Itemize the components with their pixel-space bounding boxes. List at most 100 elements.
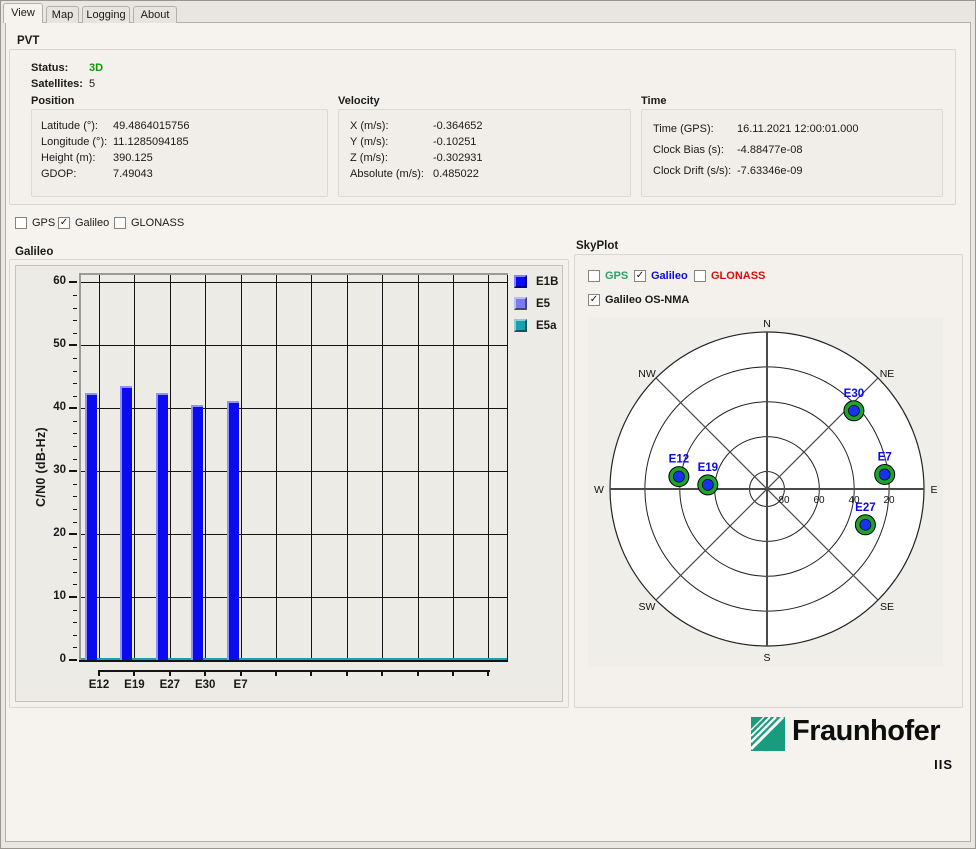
- galileo-osnma-label: Galileo OS-NMA: [605, 294, 689, 306]
- skyplot-galileo-label: Galileo: [651, 270, 688, 282]
- tab-map[interactable]: Map: [46, 6, 79, 23]
- field-row: Absolute (m/s):0.485022: [350, 168, 483, 184]
- satellite-E30-label: E30: [844, 388, 864, 400]
- skyplot-svg: NNEESESSWWNW80604020E12E19E30E7E27: [588, 317, 943, 667]
- bar-E19-E1B: [120, 386, 132, 660]
- legend-swatch-E5: [514, 297, 527, 310]
- velocity-title: Velocity: [338, 95, 380, 107]
- y-axis-minor-tick: [73, 647, 77, 648]
- gridline: [81, 345, 508, 346]
- y-axis-minor-tick: [73, 559, 77, 560]
- gridline: [241, 275, 242, 660]
- y-axis-minor-tick: [73, 358, 77, 359]
- x-tick-label-E27: E27: [153, 679, 187, 691]
- gridline: [99, 275, 100, 660]
- field-label: X (m/s):: [350, 120, 433, 136]
- field-value: 49.4864015756: [113, 120, 189, 136]
- tab-view[interactable]: View: [3, 3, 43, 23]
- satellites-value: 5: [89, 78, 95, 90]
- y-tick-label: 60: [34, 275, 66, 287]
- velocity-fields: X (m/s):-0.364652Y (m/s):-0.10251Z (m/s)…: [350, 120, 483, 184]
- field-label: GDOP:: [41, 168, 113, 184]
- elevation-label-20: 20: [883, 495, 895, 506]
- gridline: [81, 597, 508, 598]
- checkbox-box: ✓: [634, 270, 646, 282]
- y-axis-tick: [69, 407, 77, 409]
- fraunhofer-logo-icon: [751, 717, 785, 751]
- compass-label-SW: SW: [639, 601, 656, 613]
- y-axis-tick: [69, 596, 77, 598]
- skyplot-galileo-checkbox[interactable]: ✓ Galileo: [634, 270, 688, 282]
- compass-label-NE: NE: [880, 368, 895, 380]
- legend-label-E5: E5: [536, 298, 550, 310]
- tab-logging[interactable]: Logging: [82, 6, 130, 23]
- gridline: [382, 275, 383, 660]
- x-axis-tick: [381, 670, 383, 676]
- bar-E12-E1B: [85, 393, 97, 660]
- skyplot-gps-checkbox[interactable]: GPS: [588, 270, 628, 282]
- field-label: Z (m/s):: [350, 152, 433, 168]
- glonass-filter-label: GLONASS: [131, 217, 184, 229]
- field-value: 16.11.2021 12:00:01.000: [737, 123, 859, 144]
- field-label: Longitude (°):: [41, 136, 113, 152]
- y-axis-minor-tick: [73, 484, 77, 485]
- gridline: [205, 275, 206, 660]
- field-label: Height (m):: [41, 152, 113, 168]
- field-value: -0.302931: [433, 152, 483, 168]
- compass-label-W: W: [594, 484, 604, 496]
- field-row: Height (m):390.125: [41, 152, 189, 168]
- glonass-filter-checkbox[interactable]: GLONASS: [114, 217, 184, 229]
- y-axis-title: C/N0 (dB-Hz): [34, 392, 48, 542]
- tab-view-label: View: [11, 7, 35, 19]
- plot-area: [79, 273, 508, 662]
- status-label: Status:: [31, 62, 68, 74]
- x-axis-tick: [346, 670, 348, 676]
- fraunhofer-logo-text: Fraunhofer: [792, 715, 954, 748]
- satellite-E7-dot: [879, 469, 890, 480]
- time-title: Time: [641, 95, 666, 107]
- y-axis-minor-tick: [73, 433, 77, 434]
- galileo-filter-checkbox[interactable]: ✓ Galileo: [58, 217, 109, 229]
- y-tick-label: 10: [34, 590, 66, 602]
- compass-label-SE: SE: [880, 601, 894, 613]
- skyplot-group-title: SkyPlot: [576, 240, 618, 252]
- checkbox-box: [114, 217, 126, 229]
- fraunhofer-iis-text: IIS: [853, 757, 953, 772]
- galileo-osnma-checkbox[interactable]: ✓ Galileo OS-NMA: [588, 294, 689, 306]
- compass-label-S: S: [763, 652, 770, 664]
- bar-E27-E1B: [156, 393, 168, 660]
- y-axis-tick: [69, 659, 77, 661]
- y-axis-minor-tick: [73, 522, 77, 523]
- elevation-label-60: 60: [813, 495, 825, 506]
- legend-label-E1B: E1B: [536, 276, 558, 288]
- compass-label-E: E: [930, 484, 937, 496]
- tab-about[interactable]: About: [133, 6, 177, 23]
- x-axis-tick: [240, 670, 242, 676]
- gridline: [81, 471, 508, 472]
- gridline: [418, 275, 419, 660]
- gps-filter-checkbox[interactable]: GPS: [15, 217, 55, 229]
- bar-E7-E1B: [227, 401, 239, 660]
- checkbox-box: [694, 270, 706, 282]
- satellite-E7-label: E7: [878, 452, 892, 464]
- field-label: Clock Drift (s/s):: [653, 165, 737, 186]
- gridline: [170, 275, 171, 660]
- field-row: Y (m/s):-0.10251: [350, 136, 483, 152]
- field-value: 11.1285094185: [113, 136, 189, 152]
- y-axis-minor-tick: [73, 421, 77, 422]
- x-axis-tick: [169, 670, 171, 676]
- status-value: 3D: [89, 62, 103, 74]
- skyplot-glonass-checkbox[interactable]: GLONASS: [694, 270, 765, 282]
- y-axis-tick: [69, 533, 77, 535]
- skyplot-glonass-label: GLONASS: [711, 270, 765, 282]
- field-value: 390.125: [113, 152, 153, 168]
- satellite-E30-dot: [848, 405, 859, 416]
- satellite-E27-label: E27: [855, 502, 875, 514]
- y-axis-tick: [69, 470, 77, 472]
- field-label: Absolute (m/s):: [350, 168, 433, 184]
- checkbox-box: [15, 217, 27, 229]
- field-row: Latitude (°):49.4864015756: [41, 120, 189, 136]
- y-axis-minor-tick: [73, 446, 77, 447]
- gridline: [81, 282, 508, 283]
- plot-border: [507, 275, 508, 662]
